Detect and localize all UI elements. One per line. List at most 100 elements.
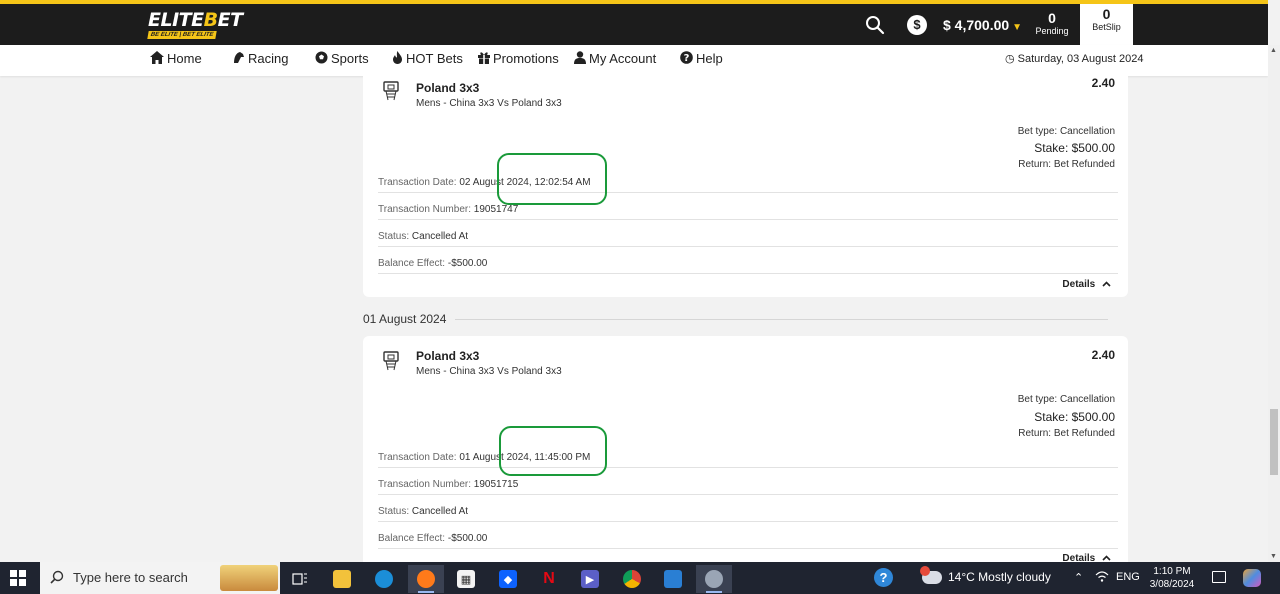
betslip-count: 0: [1102, 6, 1111, 22]
copilot-icon[interactable]: [1243, 569, 1261, 587]
elitebet-logo[interactable]: ELITEBET BE ELITE | BET ELITE: [147, 10, 243, 42]
svg-text:?: ?: [684, 53, 690, 64]
details-toggle[interactable]: Details: [1062, 553, 1111, 562]
event-name: Poland 3x3: [416, 349, 480, 363]
return: Return: Bet Refunded: [1018, 428, 1115, 439]
dropbox-icon[interactable]: ◆: [490, 565, 526, 593]
soccer-ball-icon: [315, 51, 328, 66]
highlight-annotation: [499, 426, 607, 476]
search-icon: [50, 570, 64, 584]
photos-icon[interactable]: [655, 565, 691, 593]
odds-value: 2.40: [1091, 76, 1115, 90]
file-explorer-icon[interactable]: [324, 565, 360, 593]
nav-my-account[interactable]: My Account: [574, 51, 656, 66]
transactions-list[interactable]: Poland 3x3 Mens - China 3x3 Vs Poland 3x…: [0, 76, 1268, 562]
nav-promotions-label: Promotions: [493, 51, 559, 66]
day-group-header: 01 August 2024: [363, 312, 447, 326]
nav-help-label: Help: [696, 51, 723, 66]
transaction-number-row: Transaction Number: 19051715: [378, 468, 1118, 495]
weather-widget[interactable]: 14°C Mostly cloudy: [920, 565, 1051, 584]
deposit-icon[interactable]: $: [907, 15, 927, 35]
status-value: Cancelled At: [411, 231, 469, 242]
transaction-card: Poland 3x3 Mens - China 3x3 Vs Poland 3x…: [363, 336, 1128, 562]
market-name: Mens - China 3x3 Vs Poland 3x3: [416, 366, 562, 377]
main-nav: Home Racing Sports HOT Bets Promotions M…: [0, 45, 1268, 76]
task-view-icon[interactable]: [282, 565, 318, 593]
pending-count: 0: [1048, 10, 1056, 26]
snipping-tool-icon[interactable]: [696, 565, 732, 593]
nav-hot-bets-label: HOT Bets: [406, 51, 463, 66]
wifi-icon[interactable]: [1095, 571, 1109, 585]
transaction-date-row: Transaction Date: 02 August 2024, 12:02:…: [378, 166, 1118, 193]
microsoft-store-icon[interactable]: ▦: [448, 565, 484, 593]
help-icon[interactable]: ?: [874, 568, 893, 587]
bet-type: Bet type: Cancellation: [1017, 394, 1115, 405]
balance-effect: -$500.00: [447, 258, 488, 269]
balance-effect: -$500.00: [447, 533, 488, 544]
top-header: ELITEBET BE ELITE | BET ELITE $ $ 4,700.…: [0, 0, 1268, 45]
media-app-icon[interactable]: ▶: [572, 565, 608, 593]
netflix-icon[interactable]: N: [531, 565, 567, 593]
page-scrollbar[interactable]: ▲ ▼: [1268, 45, 1280, 562]
pending-bets-button[interactable]: 0 Pending: [1033, 11, 1071, 37]
search-highlight-image: [220, 565, 278, 591]
chevron-down-icon: ▼: [1012, 22, 1023, 33]
language-indicator[interactable]: ENG: [1116, 571, 1140, 583]
transaction-number: 19051747: [473, 204, 519, 215]
nav-home-label: Home: [167, 51, 202, 66]
odds-value: 2.40: [1091, 348, 1115, 362]
balance-effect-row: Balance Effect: -$500.00: [378, 522, 1118, 549]
details-toggle[interactable]: Details: [1062, 279, 1111, 290]
day-divider: [455, 319, 1108, 320]
stake: Stake: $500.00: [1034, 141, 1115, 155]
status-row: Status: Cancelled At: [378, 495, 1118, 522]
search-placeholder: Type here to search: [73, 570, 188, 585]
stake: Stake: $500.00: [1034, 410, 1115, 424]
clock-date: 3/08/2024: [1149, 579, 1195, 590]
system-clock[interactable]: 1:10 PM 3/08/2024: [1147, 565, 1197, 591]
chrome-icon[interactable]: [614, 565, 650, 593]
clock-icon: ◷: [1005, 53, 1015, 65]
basketball-hoop-icon: [381, 351, 401, 371]
status-row: Status: Cancelled At: [378, 220, 1118, 247]
event-name: Poland 3x3: [416, 81, 480, 95]
scrollbar-thumb[interactable]: [1270, 409, 1278, 475]
transaction-number: 19051715: [473, 479, 519, 490]
windows-start-icon[interactable]: [10, 570, 26, 586]
scroll-down-icon[interactable]: ▼: [1270, 553, 1277, 560]
search-icon[interactable]: [865, 15, 885, 35]
nav-racing-label: Racing: [248, 51, 289, 66]
nav-promotions[interactable]: Promotions: [478, 51, 559, 66]
betslip-label: BetSlip: [1092, 22, 1121, 32]
chevron-up-icon: [1102, 553, 1111, 562]
user-icon: [574, 51, 586, 66]
windows-taskbar: Type here to search ▦ ◆ N ▶ ? 14°C Mostl…: [0, 562, 1280, 594]
edge-icon[interactable]: [366, 565, 402, 593]
status-value: Cancelled At: [411, 506, 469, 517]
nav-hot-bets[interactable]: HOT Bets: [392, 51, 463, 66]
chevron-up-icon: [1102, 279, 1111, 290]
home-icon: [150, 51, 164, 66]
flame-icon: [392, 51, 403, 66]
nav-home[interactable]: Home: [150, 51, 202, 66]
basketball-hoop-icon: [381, 81, 401, 101]
betslip-button[interactable]: 0 BetSlip: [1080, 4, 1133, 45]
nav-sports-label: Sports: [331, 51, 369, 66]
transaction-card: Poland 3x3 Mens - China 3x3 Vs Poland 3x…: [363, 76, 1128, 297]
weather-text: 14°C Mostly cloudy: [948, 570, 1051, 584]
nav-racing[interactable]: Racing: [232, 51, 288, 66]
nav-sports[interactable]: Sports: [315, 51, 369, 66]
clock-time: 1:10 PM: [1153, 566, 1191, 577]
scroll-up-icon[interactable]: ▲: [1270, 47, 1277, 54]
firefox-icon[interactable]: [408, 565, 444, 593]
balance-dropdown[interactable]: $ 4,700.00 ▼: [943, 17, 1022, 33]
gift-icon: [478, 51, 490, 66]
bet-type: Bet type: Cancellation: [1017, 126, 1115, 137]
balance-effect-row: Balance Effect: -$500.00: [378, 247, 1118, 274]
taskbar-search[interactable]: Type here to search: [40, 562, 280, 594]
notifications-icon[interactable]: [1212, 571, 1226, 583]
chevron-up-icon[interactable]: ⌃: [1074, 571, 1083, 584]
racing-icon: [232, 51, 245, 66]
transaction-date-row: Transaction Date: 01 August 2024, 11:45:…: [378, 441, 1118, 468]
nav-help[interactable]: ? Help: [680, 51, 723, 66]
